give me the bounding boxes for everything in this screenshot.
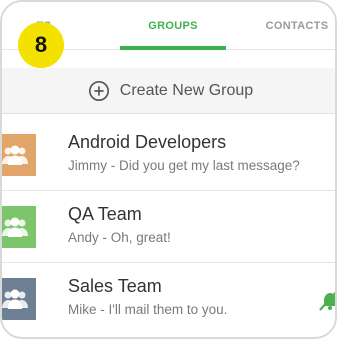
mute-icon[interactable] — [318, 288, 337, 312]
group-last-message: Andy - Oh, great! — [68, 230, 171, 245]
plus-circle-icon — [88, 80, 109, 101]
group-name: Sales Team — [68, 276, 162, 296]
group-avatar — [2, 206, 36, 248]
group-item-qa-team[interactable]: QA Team Andy - Oh, great! — [2, 192, 335, 262]
group-people-icon — [2, 145, 28, 165]
group-name: QA Team — [68, 204, 142, 224]
divider — [2, 190, 335, 191]
group-people-icon — [2, 289, 28, 309]
group-people-icon — [2, 217, 28, 237]
create-group-label: Create New Group — [119, 81, 254, 99]
app-frame: TS GROUPS CONTACTS Create New Group Andr… — [0, 0, 337, 339]
group-avatar — [2, 278, 36, 320]
group-last-message: Mike - I'll mail them to you. — [68, 302, 228, 317]
active-tab-indicator — [120, 46, 226, 50]
group-item-sales-team[interactable]: Sales Team Mike - I'll mail them to you. — [2, 264, 337, 334]
divider — [2, 262, 335, 263]
tab-contacts[interactable]: CONTACTS — [242, 2, 335, 50]
group-item-android-developers[interactable]: Android Developers Jimmy - Did you get m… — [2, 120, 335, 190]
group-avatar — [2, 134, 36, 176]
tab-groups[interactable]: GROUPS — [114, 2, 232, 50]
group-last-message: Jimmy - Did you get my last message? — [68, 158, 300, 173]
step-number-badge: 8 — [18, 22, 64, 68]
create-new-group-button[interactable]: Create New Group — [2, 68, 335, 114]
group-name: Android Developers — [68, 132, 227, 152]
